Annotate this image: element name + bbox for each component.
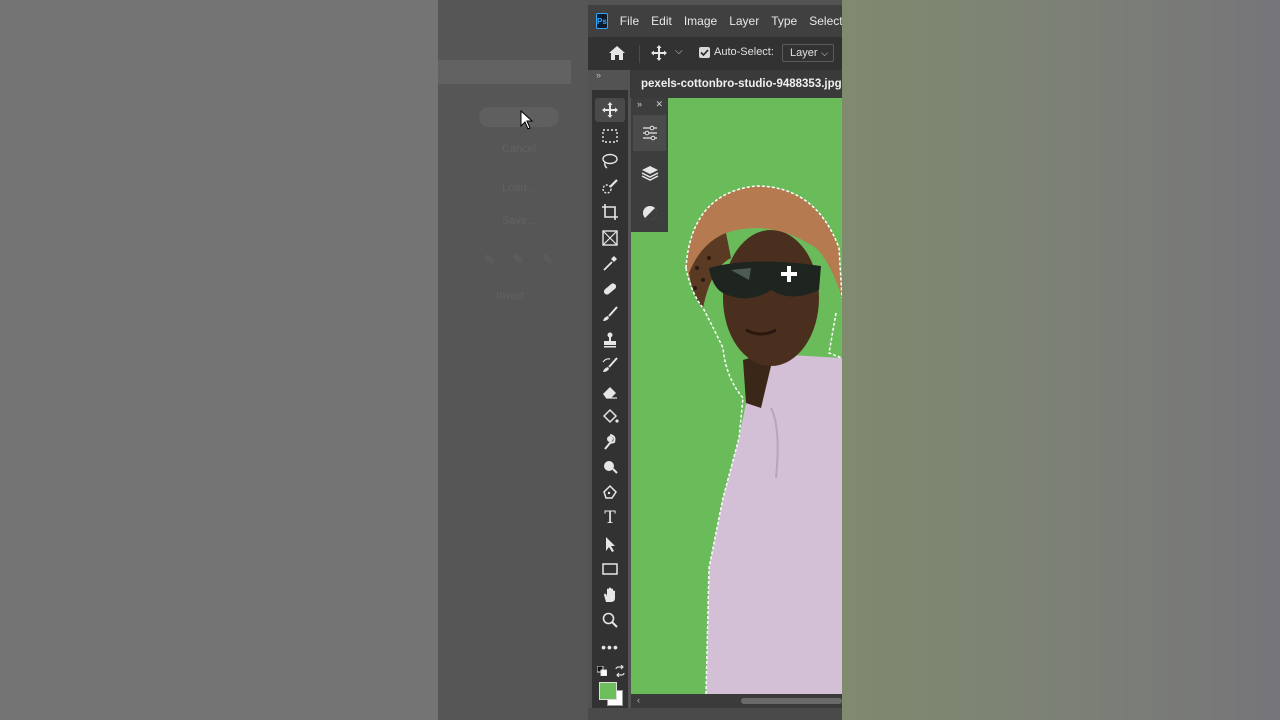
collapsed-panels: » ✕ <box>631 98 668 232</box>
path-selection-icon[interactable] <box>600 534 620 554</box>
lasso-icon[interactable] <box>600 151 620 171</box>
eyedropper-minus-icon[interactable]: ✎ <box>542 252 553 268</box>
dropdown-value: Layer <box>790 47 818 59</box>
pen-icon[interactable] <box>600 483 620 503</box>
rectangle-shape-icon[interactable] <box>600 559 620 579</box>
history-brush-icon[interactable] <box>600 355 620 375</box>
eyedropper-plus-icon[interactable]: ✎ <box>513 252 524 268</box>
move-tool-icon[interactable] <box>650 44 668 62</box>
zoom-icon[interactable] <box>600 610 620 630</box>
paint-bucket-icon[interactable] <box>600 406 620 426</box>
frame-icon[interactable] <box>600 228 620 248</box>
menu-layer[interactable]: Layer <box>729 14 759 28</box>
crop-icon[interactable] <box>600 202 620 222</box>
document-tab[interactable]: pexels-cottonbro-studio-9488353.jpg @ <box>630 70 842 98</box>
background-left <box>0 0 438 720</box>
type-tool-icon[interactable]: T <box>600 508 620 528</box>
panel-header: » ✕ <box>631 98 668 112</box>
scroll-left-icon[interactable]: ‹ <box>637 695 640 705</box>
divider <box>639 45 640 63</box>
options-bar: ⌵ Auto-Select: Layer ⌵ <box>588 37 842 70</box>
hand-icon[interactable] <box>600 585 620 605</box>
eyedropper-icon[interactable] <box>600 253 620 273</box>
more-tools-icon[interactable]: ••• <box>600 637 620 657</box>
home-icon[interactable] <box>608 45 626 61</box>
dimmed-cancel-button[interactable]: Cancel <box>502 143 536 155</box>
rectangular-marquee-icon[interactable] <box>600 126 620 146</box>
close-icon[interactable]: ✕ <box>655 99 663 110</box>
eraser-icon[interactable] <box>600 381 620 401</box>
default-colors-icon[interactable] <box>597 666 607 676</box>
photoshop-logo: Ps <box>596 13 608 29</box>
photoshop-window: Ps File Edit Image Layer Type Select ⌵ A… <box>588 0 842 720</box>
dimmed-save-button[interactable]: Save... <box>502 215 536 227</box>
foreground-color-swatch[interactable] <box>599 682 617 700</box>
dimmed-dialog: OK Cancel Load... Save... ✎ ✎ ✎ Invert <box>438 0 588 720</box>
tonal-icon[interactable] <box>633 195 666 231</box>
auto-select-checkbox[interactable] <box>699 47 710 58</box>
status-bar <box>588 708 842 720</box>
scrollbar-thumb[interactable] <box>741 698 842 704</box>
chevron-down-icon[interactable]: ⌵ <box>675 46 683 57</box>
menu-image[interactable]: Image <box>684 14 717 28</box>
smudge-icon[interactable] <box>600 432 620 452</box>
quick-selection-icon[interactable] <box>600 177 620 197</box>
eyedropper-icon[interactable]: ✎ <box>484 252 495 268</box>
menu-type[interactable]: Type <box>771 14 797 28</box>
mouse-cursor-icon <box>520 110 534 130</box>
move-tool-icon[interactable] <box>595 98 625 122</box>
menu-bar: Ps File Edit Image Layer Type Select <box>588 5 842 37</box>
dimmed-ok-button[interactable]: OK <box>479 107 559 127</box>
auto-select-target-dropdown[interactable]: Layer ⌵ <box>782 44 834 62</box>
menu-edit[interactable]: Edit <box>651 14 672 28</box>
collapse-panels-icon[interactable]: » <box>588 70 630 80</box>
layers-icon[interactable] <box>633 155 666 191</box>
chevron-down-icon: ⌵ <box>821 48 828 58</box>
horizontal-scrollbar[interactable]: ‹ <box>631 694 842 708</box>
expand-panels-icon[interactable]: » <box>637 99 642 109</box>
spot-healing-icon[interactable] <box>600 279 620 299</box>
swap-colors-icon[interactable] <box>614 665 626 677</box>
clone-stamp-icon[interactable] <box>600 330 620 350</box>
invert-checkbox-label[interactable]: Invert <box>496 290 524 302</box>
tools-panel: T ••• <box>592 90 628 716</box>
menu-file[interactable]: File <box>620 14 639 28</box>
background-right <box>842 0 1280 720</box>
dodge-icon[interactable] <box>600 457 620 477</box>
dimmed-field <box>438 60 571 84</box>
dimmed-load-button[interactable]: Load... <box>502 182 536 194</box>
adjustments-icon[interactable] <box>633 115 666 151</box>
brush-icon[interactable] <box>600 304 620 324</box>
menu-select[interactable]: Select <box>809 14 842 28</box>
auto-select-label: Auto-Select: <box>714 46 774 58</box>
